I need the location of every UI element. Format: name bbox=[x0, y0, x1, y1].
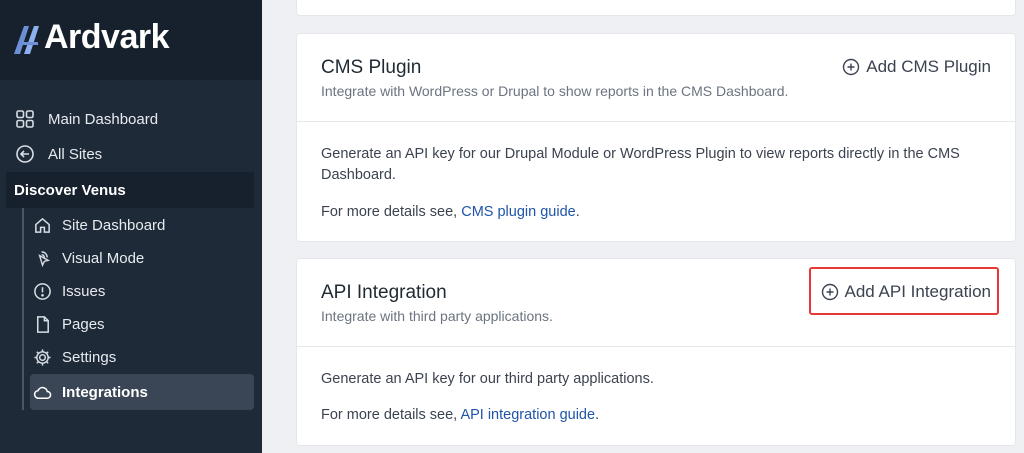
cms-plugin-card: CMS Plugin Integrate with WordPress or D… bbox=[296, 33, 1016, 242]
brand-name[interactable]: Ardvark bbox=[44, 18, 170, 57]
sidebar-item-label: Integrations bbox=[62, 383, 148, 401]
cms-card-header: CMS Plugin Integrate with WordPress or D… bbox=[297, 34, 1015, 122]
gear-icon bbox=[32, 347, 52, 367]
api-card-body: Generate an API key for our third party … bbox=[321, 371, 654, 387]
sidebar-item-settings[interactable]: Settings bbox=[30, 342, 254, 372]
pointer-icon bbox=[32, 248, 52, 268]
cms-card-body: Generate an API key for our Drupal Modul… bbox=[321, 146, 960, 183]
api-card-details: For more details see, API integration gu… bbox=[321, 405, 991, 426]
sidebar-item-label: Site Dashboard bbox=[62, 216, 166, 234]
sidebar-item-label: Main Dashboard bbox=[48, 110, 159, 128]
grid-icon bbox=[14, 108, 36, 130]
previous-card bbox=[296, 0, 1016, 16]
details-suffix: . bbox=[575, 204, 580, 220]
file-icon bbox=[32, 314, 52, 334]
alert-circle-icon bbox=[32, 281, 52, 301]
sidebar-item-main-dashboard[interactable]: Main Dashboard bbox=[14, 105, 254, 133]
sidebar-item-issues[interactable]: Issues bbox=[30, 276, 254, 306]
sidebar-item-site-dashboard[interactable]: Site Dashboard bbox=[30, 210, 254, 240]
sidebar-item-integrations[interactable]: Integrations bbox=[30, 374, 254, 410]
sidebar-item-label: Issues bbox=[62, 282, 106, 300]
highlight-annotation bbox=[809, 267, 999, 315]
sidebar-item-label: Pages bbox=[62, 315, 105, 333]
sidebar-item-label: Visual Mode bbox=[62, 249, 145, 267]
subnav-divider bbox=[22, 208, 24, 410]
sidebar-item-visual-mode[interactable]: Visual Mode bbox=[30, 243, 254, 273]
cms-card-title: CMS Plugin bbox=[321, 57, 422, 78]
home-icon bbox=[32, 215, 52, 235]
logo-area: Ardvark bbox=[0, 0, 262, 80]
cloud-icon bbox=[32, 382, 52, 402]
site-name-header[interactable]: Discover Venus bbox=[6, 172, 254, 208]
add-cms-plugin-label: Add CMS Plugin bbox=[866, 57, 991, 76]
sidebar-item-pages[interactable]: Pages bbox=[30, 309, 254, 339]
arrow-left-circle-icon bbox=[14, 143, 36, 165]
api-card-title: API Integration bbox=[321, 282, 447, 303]
sidebar-item-label: Settings bbox=[62, 348, 117, 366]
logo-mark-icon bbox=[14, 26, 39, 54]
sidebar-item-all-sites[interactable]: All Sites bbox=[14, 140, 254, 168]
add-cms-plugin-button[interactable]: Add CMS Plugin bbox=[842, 57, 991, 77]
cms-card-details: For more details see, CMS plugin guide. bbox=[321, 202, 991, 223]
sidebar-item-label: All Sites bbox=[48, 145, 103, 163]
details-prefix: For more details see, bbox=[321, 204, 458, 220]
cms-card-subtitle: Integrate with WordPress or Drupal to sh… bbox=[321, 83, 789, 99]
sidebar: Ardvark Main Dashboard All Sites Discove… bbox=[0, 0, 262, 453]
api-card-subtitle: Integrate with third party applications. bbox=[321, 308, 553, 324]
api-integration-guide-link[interactable]: API integration guide bbox=[460, 407, 595, 423]
site-name: Discover Venus bbox=[14, 181, 126, 199]
details-prefix: For more details see, bbox=[321, 407, 458, 423]
cms-plugin-guide-link[interactable]: CMS plugin guide bbox=[461, 204, 575, 220]
details-suffix: . bbox=[595, 407, 600, 423]
plus-circle-icon bbox=[843, 58, 860, 76]
